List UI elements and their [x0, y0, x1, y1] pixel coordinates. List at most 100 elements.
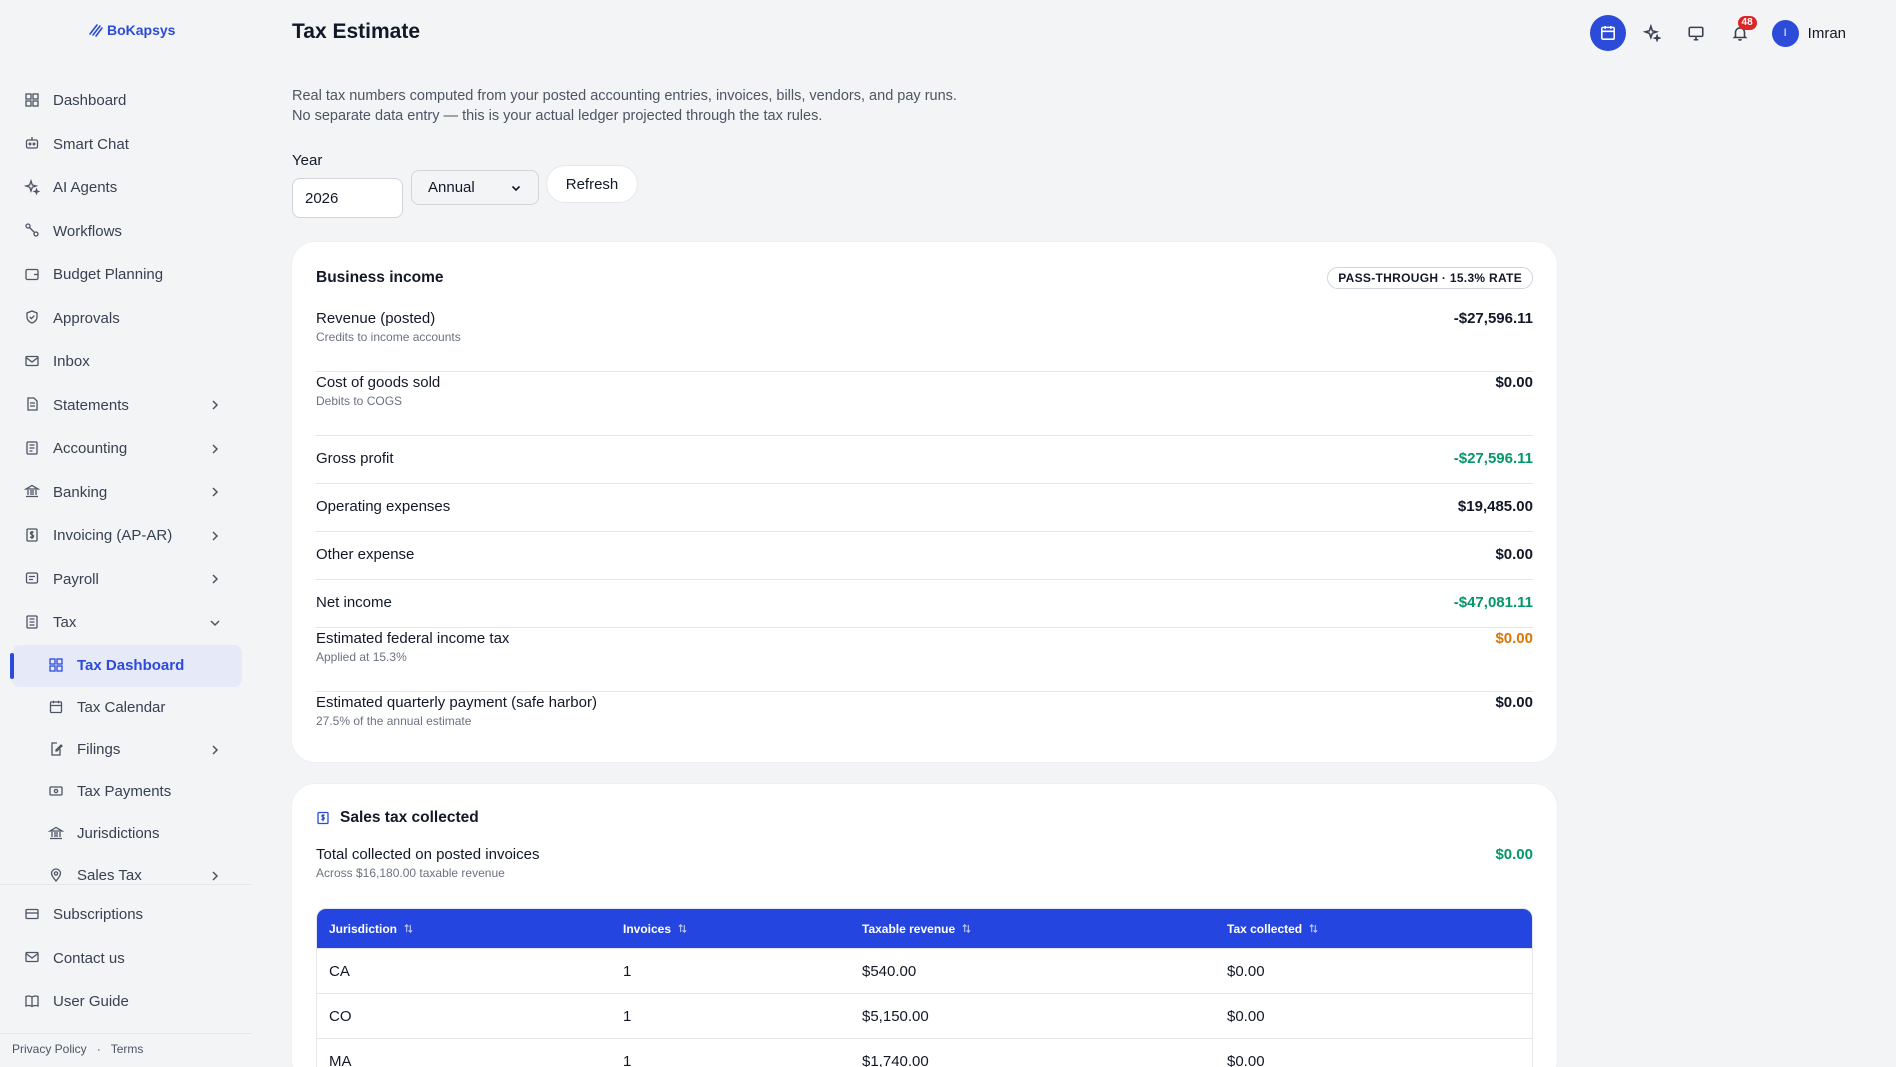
calendar-icon — [48, 699, 66, 717]
tax-icon — [24, 614, 42, 632]
sidebar-item-dashboard[interactable]: Dashboard — [12, 79, 242, 123]
table-cell: CA — [329, 962, 350, 980]
table-cell: $540.00 — [862, 962, 917, 980]
period-select[interactable]: Annual — [411, 170, 539, 205]
year-input[interactable]: 2026 — [292, 178, 403, 218]
wallet-icon — [24, 266, 42, 284]
document-icon — [24, 396, 42, 414]
table-cell: 1 — [623, 1007, 632, 1025]
display-button[interactable] — [1678, 15, 1714, 51]
sidebar-item-label: Statements — [53, 396, 129, 414]
sidebar-item-budget-planning[interactable]: Budget Planning — [12, 253, 242, 297]
sidebar-subitem-sales-tax[interactable]: Sales Tax — [12, 855, 242, 897]
sidebar-item-contact-us[interactable]: Contact us — [12, 937, 242, 981]
sidebar-subitem-tax-dashboard[interactable]: Tax Dashboard — [10, 644, 242, 687]
table-cell: $0.00 — [1227, 1007, 1265, 1025]
table-cell: 1 — [623, 962, 632, 980]
table-row[interactable]: CO 1 $5,150.00 $0.00 — [317, 993, 1532, 1038]
calendar-button[interactable] — [1589, 15, 1626, 51]
sidebar-item-label: Dashboard — [53, 92, 127, 110]
privacy-policy-link[interactable]: Privacy Policy — [12, 1042, 87, 1056]
table-cell: $0.00 — [1227, 962, 1265, 980]
sidebar-subitem-filings[interactable]: Filings — [12, 729, 242, 771]
sidebar-subitem-jurisdictions[interactable]: Jurisdictions — [12, 813, 242, 855]
sidebar-item-label: Filings — [77, 741, 121, 758]
income-row: Net income -$47,081.11 — [316, 580, 1533, 628]
row-label: Operating expenses — [316, 498, 451, 515]
terms-link[interactable]: Terms — [111, 1042, 144, 1056]
sidebar-item-label: Workflows — [53, 222, 122, 240]
column-header-jurisdiction[interactable]: Jurisdiction — [317, 922, 611, 936]
topbar-actions: 48 I Imran — [1589, 15, 1846, 51]
sales-tax-summary: Total collected on posted invoices Across… — [316, 844, 1533, 908]
logo-icon — [89, 24, 103, 37]
sidebar-item-approvals[interactable]: Approvals — [12, 297, 242, 341]
edit-document-icon — [48, 741, 66, 759]
table-cell: $5,150.00 — [862, 1007, 929, 1025]
business-income-card: Business income PASS-THROUGH · 15.3% RAT… — [291, 241, 1558, 763]
sidebar-subitem-tax-payments[interactable]: Tax Payments — [12, 771, 242, 813]
row-label: Net income — [316, 594, 392, 611]
table-header: Jurisdiction Invoices Taxable revenue Ta… — [317, 909, 1532, 948]
user-menu[interactable]: I Imran — [1771, 19, 1846, 47]
row-value: -$47,081.11 — [1453, 594, 1533, 611]
sidebar-divider — [0, 1033, 252, 1034]
period-value: Annual — [428, 179, 475, 196]
sidebar-subitem-tax-calendar[interactable]: Tax Calendar — [12, 687, 242, 729]
row-sublabel: Debits to COGS — [316, 394, 403, 408]
sidebar-item-label: Smart Chat — [53, 135, 129, 153]
footer-separator: · — [96, 1042, 101, 1056]
sidebar-item-tax[interactable]: Tax — [12, 601, 242, 645]
chevron-down-icon — [208, 616, 222, 630]
shield-check-icon — [24, 309, 42, 327]
sidebar: BoKapsys Dashboard Smart Chat AI Agents … — [0, 0, 252, 1067]
chevron-right-icon — [208, 398, 222, 412]
ai-assistant-button[interactable] — [1634, 15, 1670, 51]
book-icon — [24, 993, 42, 1011]
income-row: Estimated federal income tax Applied at 1… — [316, 628, 1533, 692]
logo-text: BoKapsys — [107, 22, 176, 38]
table-cell: 1 — [623, 1052, 632, 1067]
table-row[interactable]: CA 1 $540.00 $0.00 — [317, 948, 1532, 993]
table-row[interactable]: MA 1 $1,740.00 $0.00 — [317, 1038, 1532, 1067]
sidebar-item-payroll[interactable]: Payroll — [12, 558, 242, 602]
column-label: Invoices — [623, 921, 672, 936]
sidebar-item-accounting[interactable]: Accounting — [12, 427, 242, 471]
sidebar-item-label: Subscriptions — [53, 906, 144, 924]
sidebar-item-label: Accounting — [53, 440, 128, 458]
column-header-invoices[interactable]: Invoices — [611, 922, 850, 936]
sort-icon — [678, 924, 687, 933]
row-label: Other expense — [316, 546, 415, 563]
refresh-button[interactable]: Refresh — [546, 165, 638, 203]
sidebar-item-statements[interactable]: Statements — [12, 384, 242, 428]
sidebar-item-banking[interactable]: Banking — [12, 471, 242, 515]
sidebar-item-invoicing[interactable]: Invoicing (AP-AR) — [12, 514, 242, 558]
column-header-tax-collected[interactable]: Tax collected — [1215, 922, 1532, 936]
ledger-icon — [24, 440, 42, 458]
sidebar-item-inbox[interactable]: Inbox — [12, 340, 242, 384]
card-header: Business income PASS-THROUGH · 15.3% RAT… — [316, 267, 1533, 289]
sales-tax-card: Sales tax collected Total collected on p… — [291, 783, 1558, 1067]
income-row: Estimated quarterly payment (safe harbor… — [316, 692, 1533, 756]
chevron-right-icon — [208, 442, 222, 456]
invoice-icon — [24, 527, 42, 545]
chevron-right-icon — [208, 869, 222, 883]
sidebar-item-smart-chat[interactable]: Smart Chat — [12, 123, 242, 167]
column-header-taxable-revenue[interactable]: Taxable revenue — [850, 922, 1215, 936]
row-label: Estimated quarterly payment (safe harbor… — [316, 694, 597, 711]
table-cell: CO — [329, 1007, 352, 1025]
summary-row: Total collected on posted invoices Across… — [316, 844, 1533, 908]
chevron-right-icon — [208, 572, 222, 586]
sidebar-item-subscriptions[interactable]: Subscriptions — [12, 893, 242, 937]
notifications-button[interactable]: 48 — [1722, 15, 1758, 51]
card-header: Sales tax collected — [316, 809, 1533, 827]
sidebar-item-user-guide[interactable]: User Guide — [12, 980, 242, 1024]
sidebar-item-label: Jurisdictions — [77, 825, 160, 842]
sidebar-item-ai-agents[interactable]: AI Agents — [12, 166, 242, 210]
sidebar-item-label: AI Agents — [53, 179, 118, 197]
sidebar-item-workflows[interactable]: Workflows — [12, 210, 242, 254]
row-value: $0.00 — [1495, 694, 1533, 711]
app-logo[interactable]: BoKapsys — [88, 22, 175, 38]
monitor-icon — [1688, 26, 1704, 41]
invoice-icon — [317, 811, 329, 825]
